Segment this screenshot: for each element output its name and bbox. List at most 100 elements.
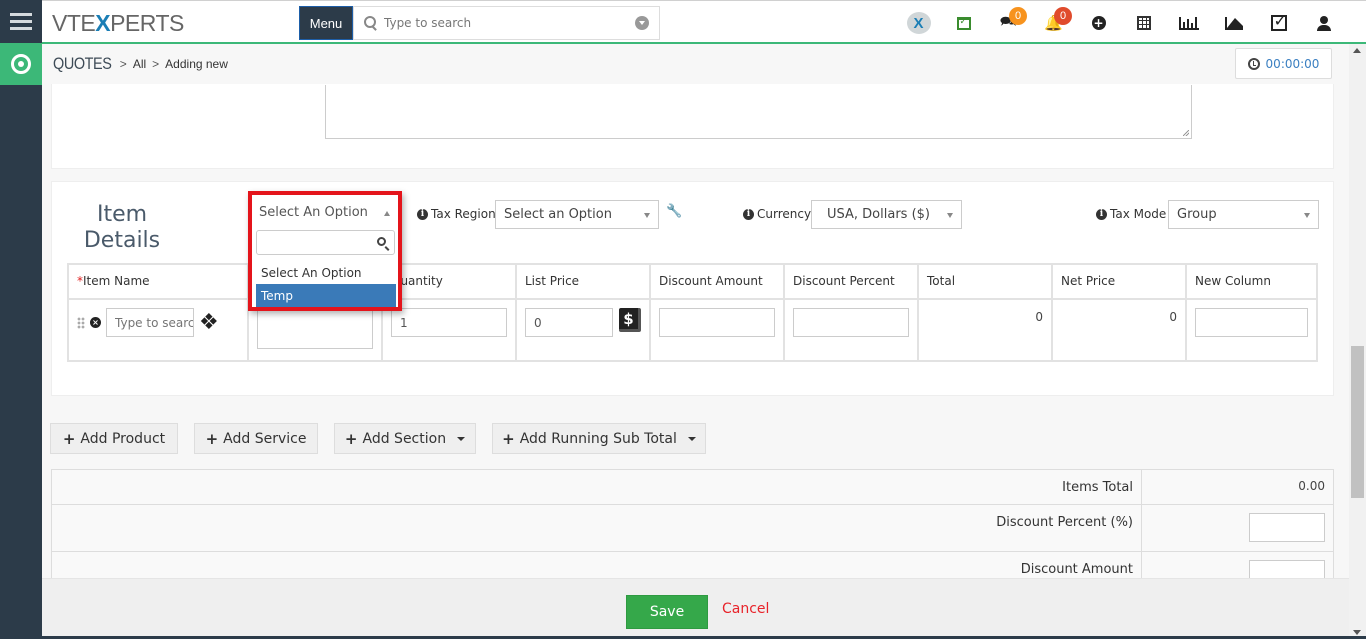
discount-amount-total-input[interactable]: [1249, 560, 1325, 578]
menu-button[interactable]: Menu: [299, 6, 353, 40]
tax-mode-label: i Tax Mode: [1096, 207, 1166, 221]
reports-button[interactable]: [1166, 1, 1211, 45]
chevron-down-icon: [1304, 213, 1310, 218]
chevron-up-icon[interactable]: [384, 211, 390, 216]
tax-region-select[interactable]: Select an Option: [495, 200, 659, 229]
column-header-list-price: List Price: [515, 263, 651, 300]
plus-icon: +: [205, 429, 219, 448]
currency-label: i Currency: [743, 207, 811, 221]
add-service-button[interactable]: + Add Service: [194, 423, 318, 454]
item-details-title: Item Details: [82, 202, 162, 254]
tax-mode-value: Group: [1177, 207, 1217, 222]
breadcrumb-all[interactable]: All: [133, 57, 146, 71]
search-input[interactable]: [378, 16, 635, 30]
totals-row-discount-percent: Discount Percent (%): [51, 504, 1334, 552]
global-search: [353, 6, 660, 40]
description-textarea[interactable]: [325, 85, 1192, 139]
chat-button[interactable]: 🗪 0: [986, 1, 1031, 45]
price-book-icon[interactable]: $: [619, 308, 641, 332]
totals-row-discount-amount: Discount Amount: [51, 551, 1334, 578]
totals-row-items-total: Items Total 0.00: [51, 469, 1334, 505]
delete-row-icon[interactable]: ×: [90, 317, 101, 328]
quantity-cell: 1: [381, 298, 517, 362]
wrench-icon[interactable]: 🔧: [666, 204, 682, 219]
notifications-button[interactable]: 🔔 0: [1031, 1, 1076, 45]
form-footer: Save Cancel: [42, 578, 1349, 639]
product-picker-icon[interactable]: ❖: [199, 310, 219, 335]
cancel-link[interactable]: Cancel: [722, 601, 769, 617]
quick-create-button[interactable]: +: [1076, 1, 1121, 45]
scroll-down-arrow-icon[interactable]: [1353, 630, 1361, 635]
calendar-check-icon: [956, 16, 971, 30]
list-price-input[interactable]: 0: [525, 308, 613, 337]
chevron-down-icon: [947, 213, 953, 218]
hamburger-menu-button[interactable]: [0, 0, 42, 42]
discount-percent-cell: [783, 298, 919, 362]
caret-down-icon: [457, 436, 466, 441]
drag-handle-icon[interactable]: [77, 316, 85, 329]
column-header-discount-amount: Discount Amount: [649, 263, 785, 300]
description-panel: [51, 84, 1334, 169]
timer-button[interactable]: 00:00:00: [1235, 48, 1332, 79]
discount-percent-total-input[interactable]: [1249, 513, 1325, 542]
tax-mode-select[interactable]: Group: [1168, 200, 1319, 229]
chat-badge: 0: [1009, 7, 1027, 25]
tax-region-label-text: Tax Region: [431, 207, 496, 221]
quantity-input[interactable]: 1: [391, 308, 507, 337]
left-rail: [0, 0, 42, 639]
description-input[interactable]: [257, 308, 373, 349]
vertical-scrollbar[interactable]: [1349, 44, 1366, 639]
item-details-title-line2: Details: [83, 228, 161, 253]
template-select-value[interactable]: Select An Option: [259, 205, 368, 220]
add-product-button[interactable]: + Add Product: [50, 423, 178, 454]
info-icon: i: [417, 208, 428, 220]
dashboard-button[interactable]: [1211, 1, 1256, 45]
item-name-input[interactable]: [106, 308, 194, 337]
scroll-up-arrow-icon[interactable]: [1353, 48, 1361, 53]
search-options-dropdown-icon[interactable]: [635, 16, 649, 30]
list-price-cell: 0 $: [515, 298, 651, 362]
user-menu-button[interactable]: [1301, 1, 1346, 45]
tasks-icon: [1270, 11, 1287, 31]
add-section-button[interactable]: + Add Section: [334, 423, 476, 454]
clock-icon: [1247, 57, 1260, 70]
discount-amount-input[interactable]: [659, 308, 775, 337]
hamburger-icon: [10, 19, 32, 23]
add-running-sub-total-label: Add Running Sub Total: [519, 430, 677, 447]
column-header-item-name: *Item Name: [67, 263, 249, 300]
column-header-discount-percent: Discount Percent: [783, 263, 919, 300]
breadcrumb-bar: QUOTES > All > Adding new 00:00:00: [42, 44, 1349, 84]
scrollbar-thumb[interactable]: [1351, 346, 1364, 498]
tasks-button[interactable]: [1256, 1, 1301, 45]
column-header-net-price: Net Price: [1051, 263, 1187, 300]
top-icons: X 🗪0 🔔0 +: [896, 1, 1346, 45]
dropdown-option-highlighted[interactable]: Temp: [256, 284, 396, 307]
template-select-dropdown: Select An Option Select An Option Temp: [248, 191, 402, 311]
dropdown-search-input[interactable]: [256, 230, 395, 255]
vtexperts-button[interactable]: X: [896, 1, 941, 45]
breadcrumb-module[interactable]: QUOTES: [53, 54, 112, 74]
items-total-value: 0.00: [1141, 469, 1334, 505]
calendar-check-button[interactable]: [941, 1, 986, 45]
top-bar: VTEXPERTS Menu X 🗪0 🔔0 +: [42, 0, 1366, 44]
add-product-label: Add Product: [80, 430, 166, 447]
calendar-button[interactable]: [1121, 1, 1166, 45]
plus-icon: +: [62, 429, 76, 448]
caret-down-icon: [687, 436, 696, 441]
target-icon: [11, 54, 31, 74]
discount-percent-input[interactable]: [793, 308, 909, 337]
new-column-input[interactable]: [1195, 308, 1308, 337]
currency-select[interactable]: USA, Dollars ($): [811, 200, 962, 229]
logo[interactable]: VTEXPERTS: [52, 10, 184, 37]
add-running-sub-total-button[interactable]: + Add Running Sub Total: [492, 423, 706, 454]
discount-amount-label: Discount Amount: [51, 551, 1142, 578]
column-header-new-column: New Column: [1185, 263, 1318, 300]
currency-label-text: Currency: [757, 207, 812, 221]
dropdown-option[interactable]: Select An Option: [256, 261, 396, 284]
save-button[interactable]: Save: [626, 595, 708, 629]
discount-amount-cell: [1141, 551, 1334, 578]
discount-amount-cell: [649, 298, 785, 362]
module-icon-button[interactable]: [0, 43, 42, 85]
total-cell: 0: [917, 298, 1053, 362]
column-header-quantity: Quantity: [381, 263, 517, 300]
